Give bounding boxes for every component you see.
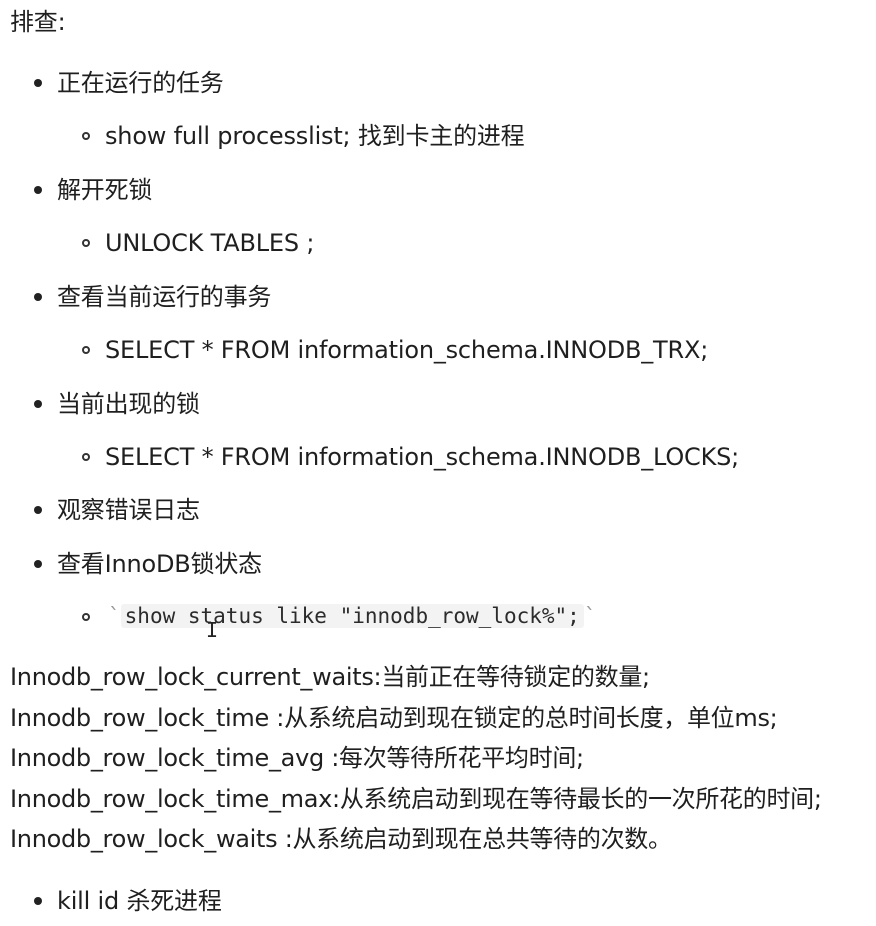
sub-bullet-circle [82,453,90,461]
bullet-dot [34,400,42,408]
list-item-label: 当前出现的锁 [57,390,200,418]
bullet-dot [34,560,42,568]
bullet-dot [34,186,42,194]
bullet-dot [34,293,42,301]
list-item-label: kill id 杀死进程 [57,887,222,915]
bullet-dot [34,897,42,905]
text-cursor-icon: I [206,618,219,642]
sub-item-text: show full processlist; 找到卡主的进程 [105,122,525,150]
sub-bullet-circle [82,132,90,140]
list-item-label: 查看InnoDB锁状态 [57,550,262,578]
list-item-label: 正在运行的任务 [57,69,224,97]
inline-code: ` show status like "innodb_row_lock%"; ` [108,601,596,631]
backtick-close: ` [583,604,597,628]
code-text: show status like "innodb_row_lock%"; [120,604,584,628]
sub-bullet-circle [82,613,90,621]
bullet-dot [34,79,42,87]
description-line: Innodb_row_lock_time_avg :每次等待所花平均时间; [10,744,584,772]
description-line: Innodb_row_lock_waits :从系统启动到现在总共等待的次数。 [10,825,672,853]
sub-item-text: UNLOCK TABLES ; [105,229,315,257]
document: 排查: 正在运行的任务 show full processlist; 找到卡主的… [0,0,876,926]
list-item-label: 观察错误日志 [57,496,200,524]
backtick-open: ` [108,604,121,628]
bullet-dot [34,506,42,514]
description-line: Innodb_row_lock_current_waits:当前正在等待锁定的数… [10,663,650,691]
list-item-label: 解开死锁 [57,176,153,204]
description-line: Innodb_row_lock_time :从系统启动到现在锁定的总时间长度，单… [10,704,778,732]
section-heading: 排查: [10,8,66,36]
sub-item-text: SELECT * FROM information_schema.INNODB_… [105,443,740,471]
description-line: Innodb_row_lock_time_max:从系统启动到现在等待最长的一次… [10,785,822,813]
sub-item-text: SELECT * FROM information_schema.INNODB_… [105,336,709,364]
list-item-label: 查看当前运行的事务 [57,283,272,311]
sub-bullet-circle [82,346,90,354]
sub-bullet-circle [82,239,90,247]
